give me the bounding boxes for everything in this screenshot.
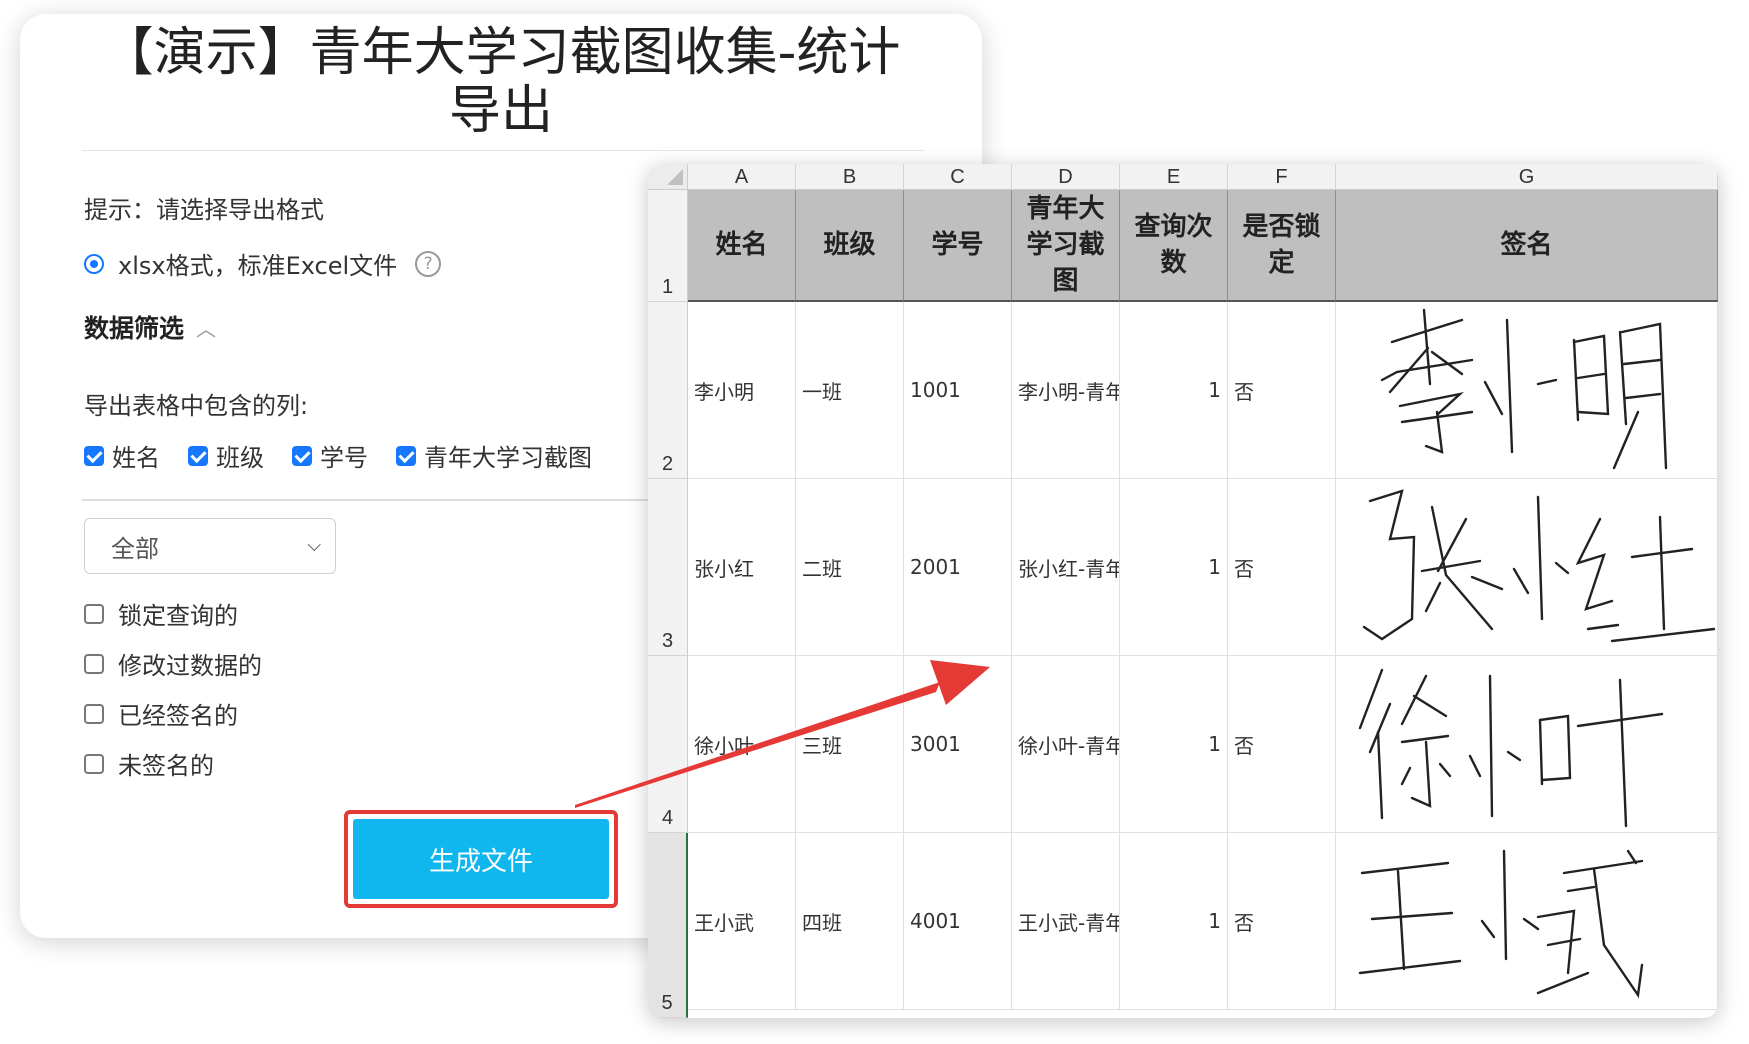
arrow-right-icon: [575, 660, 990, 808]
generate-file-button[interactable]: 生成文件: [353, 819, 609, 899]
